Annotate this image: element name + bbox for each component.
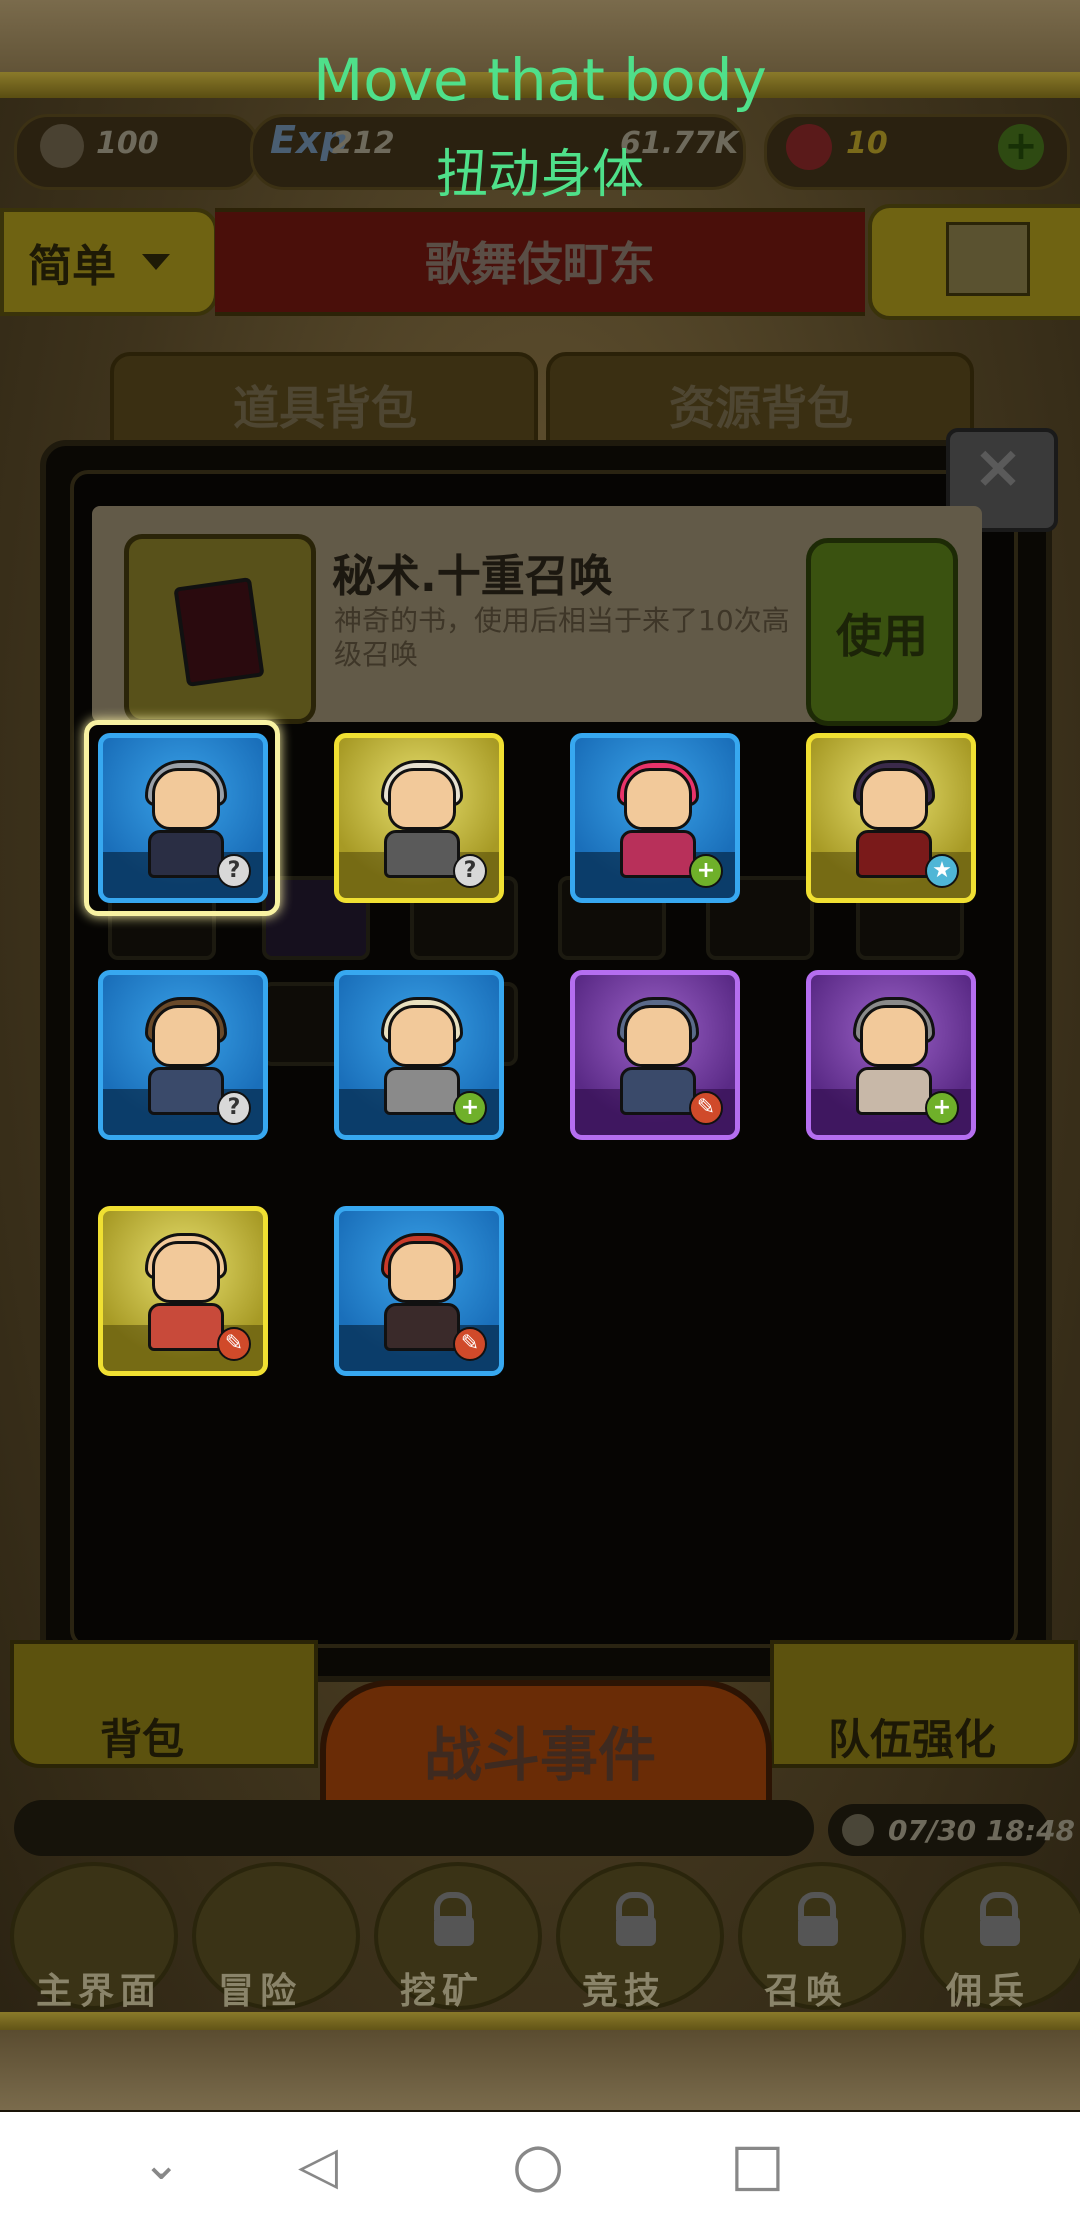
- hero-portrait[interactable]: +: [806, 970, 976, 1140]
- nav-item-label: 竞技: [582, 1971, 667, 2012]
- nav-back-icon[interactable]: ◁: [298, 2136, 338, 2196]
- hero-face: [388, 768, 456, 830]
- hero-body: [856, 1067, 932, 1115]
- hero-status-badge-icon: ✎: [217, 1327, 251, 1361]
- spellbook-icon: [173, 577, 265, 687]
- item-name: 秘术.十重召唤: [332, 551, 613, 602]
- nav-item-label: 主界面: [36, 1971, 163, 2012]
- map-icon: [946, 222, 1030, 296]
- hero-face: [624, 768, 692, 830]
- hero-status-badge-icon: +: [453, 1091, 487, 1125]
- hero-body: [148, 1067, 224, 1115]
- caption-english: Move that body: [313, 46, 767, 114]
- hero-status-badge-icon: ?: [217, 854, 251, 888]
- clock-icon: [842, 1814, 874, 1846]
- hero-body: [620, 830, 696, 878]
- hero-status-badge-icon: ★: [925, 854, 959, 888]
- item-description: 神奇的书，使用后相当于来了10次高级召唤: [334, 604, 790, 671]
- hero-body: [384, 830, 460, 878]
- hero-portrait[interactable]: ✎: [98, 1206, 268, 1376]
- hero-face: [152, 1241, 220, 1303]
- nav-item-label: 佣兵: [946, 1971, 1031, 2012]
- hero-body: [148, 1303, 224, 1351]
- hero-face: [152, 1005, 220, 1067]
- lock-icon-body: [798, 1916, 838, 1946]
- hero-status-badge-icon: +: [689, 854, 723, 888]
- hero-face: [624, 1005, 692, 1067]
- hero-status-badge-icon: ?: [453, 854, 487, 888]
- hero-face: [860, 1005, 928, 1067]
- tab-item-bag-label: 道具背包: [233, 381, 417, 435]
- nav-recents-icon[interactable]: □: [730, 2130, 785, 2198]
- battle-event-label: 战斗事件: [423, 1721, 656, 1789]
- nav-item-label: 挖矿: [400, 1971, 485, 2012]
- hero-portrait[interactable]: ?: [98, 970, 268, 1140]
- hero-portrait[interactable]: +: [334, 970, 504, 1140]
- hero-portrait[interactable]: ?: [334, 733, 504, 903]
- bottom-parchment-band: [0, 2030, 1080, 2110]
- nav-home-icon[interactable]: ○: [512, 2130, 564, 2200]
- use-button-label: 使用: [836, 609, 928, 663]
- hero-portrait[interactable]: ✎: [334, 1206, 504, 1376]
- lock-icon-body: [616, 1916, 656, 1946]
- team-upgrade-label: 队伍强化: [828, 1715, 997, 1764]
- nav-down-icon[interactable]: ⌄: [142, 2136, 181, 2190]
- nav-item-label: 召唤: [764, 1971, 849, 2012]
- hero-body: [856, 830, 932, 878]
- news-ticker: [14, 1800, 814, 1856]
- clock-text: 07/30 18:48: [888, 1814, 1076, 1847]
- hero-portrait[interactable]: ★: [806, 733, 976, 903]
- chevron-down-icon: [142, 254, 170, 270]
- hero-status-badge-icon: +: [925, 1091, 959, 1125]
- hero-body: [620, 1067, 696, 1115]
- caption-chinese: 扭动身体: [435, 145, 644, 205]
- hero-face: [388, 1005, 456, 1067]
- hero-portrait[interactable]: ?: [98, 733, 268, 903]
- hero-face: [860, 768, 928, 830]
- hero-status-badge-icon: ✎: [689, 1091, 723, 1125]
- hero-status-badge-icon: ✎: [453, 1327, 487, 1361]
- close-icon: ×: [972, 432, 1024, 502]
- hero-body: [384, 1067, 460, 1115]
- lock-icon-body: [434, 1916, 474, 1946]
- lock-icon-body: [980, 1916, 1020, 1946]
- hero-status-badge-icon: ?: [217, 1091, 251, 1125]
- nav-item-label: 冒险: [218, 1971, 303, 2012]
- tab-resource-bag-label: 资源背包: [669, 381, 853, 435]
- difficulty-label: 简单: [28, 241, 116, 292]
- hero-portrait[interactable]: ✎: [570, 970, 740, 1140]
- hero-face: [388, 1241, 456, 1303]
- hero-body: [384, 1303, 460, 1351]
- hero-portrait[interactable]: +: [570, 733, 740, 903]
- stage-title: 歌舞伎町东: [425, 237, 655, 291]
- hero-body: [148, 830, 224, 878]
- backpack-label: 背包: [100, 1715, 185, 1764]
- hero-face: [152, 768, 220, 830]
